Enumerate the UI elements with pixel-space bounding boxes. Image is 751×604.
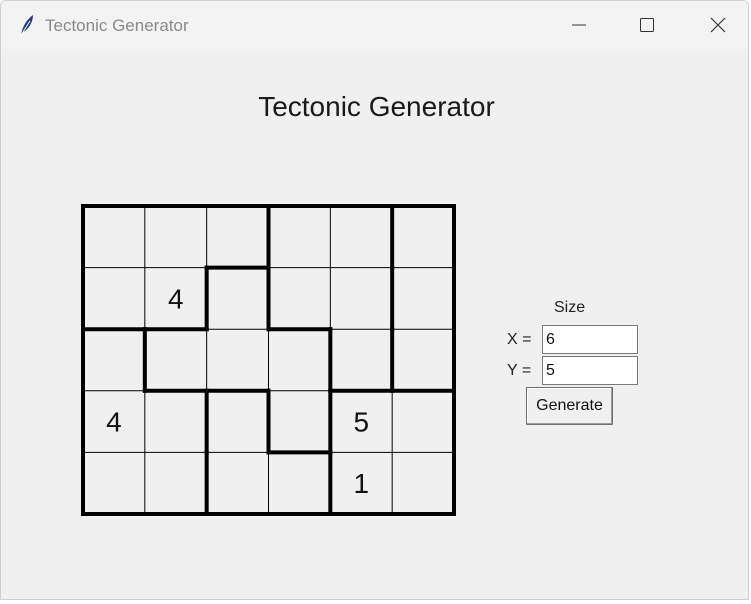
puzzle-grid: 4 4 5 1 (81, 204, 456, 516)
grid-cell (392, 390, 454, 453)
grid-cell (392, 452, 454, 514)
grid-cell (392, 329, 454, 391)
grid-cell (392, 206, 454, 268)
grid-cell (206, 329, 269, 391)
grid-cell (83, 452, 145, 514)
minimize-icon[interactable] (556, 1, 602, 49)
grid-cell (83, 206, 145, 268)
grid-cell (83, 267, 145, 330)
grid-cell (268, 452, 331, 514)
title-bar[interactable]: Tectonic Generator (1, 1, 748, 49)
grid-cell (330, 329, 393, 391)
grid-cell (268, 206, 331, 268)
given-number: 4 (168, 283, 184, 314)
app-window: Tectonic Generator Tectonic Generator 44… (0, 0, 749, 600)
grid-cell (206, 206, 269, 268)
grid-cell (206, 267, 269, 330)
grid-cell (268, 267, 331, 330)
x-size-input[interactable] (542, 325, 638, 354)
grid-cell (83, 329, 145, 391)
given-number: 5 (353, 407, 369, 438)
grid-cell (392, 267, 454, 330)
grid-cell (206, 452, 269, 514)
size-label: Size (554, 299, 586, 316)
grid-cell (144, 329, 207, 391)
grid-cell (144, 452, 207, 514)
grid-cell (206, 390, 269, 453)
x-label: X = (507, 331, 532, 348)
grid-cell (330, 206, 393, 268)
page-title: Tectonic Generator (258, 91, 495, 122)
y-size-input[interactable] (542, 356, 638, 385)
grid-cell (268, 390, 331, 453)
grid-cell (144, 206, 207, 268)
maximize-icon[interactable] (624, 1, 670, 49)
feather-icon (17, 13, 37, 37)
grid-cell (330, 267, 393, 330)
grid-cell (268, 329, 331, 391)
window-title: Tectonic Generator (45, 16, 189, 35)
close-icon[interactable] (695, 1, 741, 49)
given-number: 4 (106, 407, 122, 438)
given-number: 1 (353, 468, 369, 499)
y-label: Y = (507, 362, 532, 379)
grid-cell (144, 390, 207, 453)
generate-button[interactable]: Generate (526, 387, 613, 425)
